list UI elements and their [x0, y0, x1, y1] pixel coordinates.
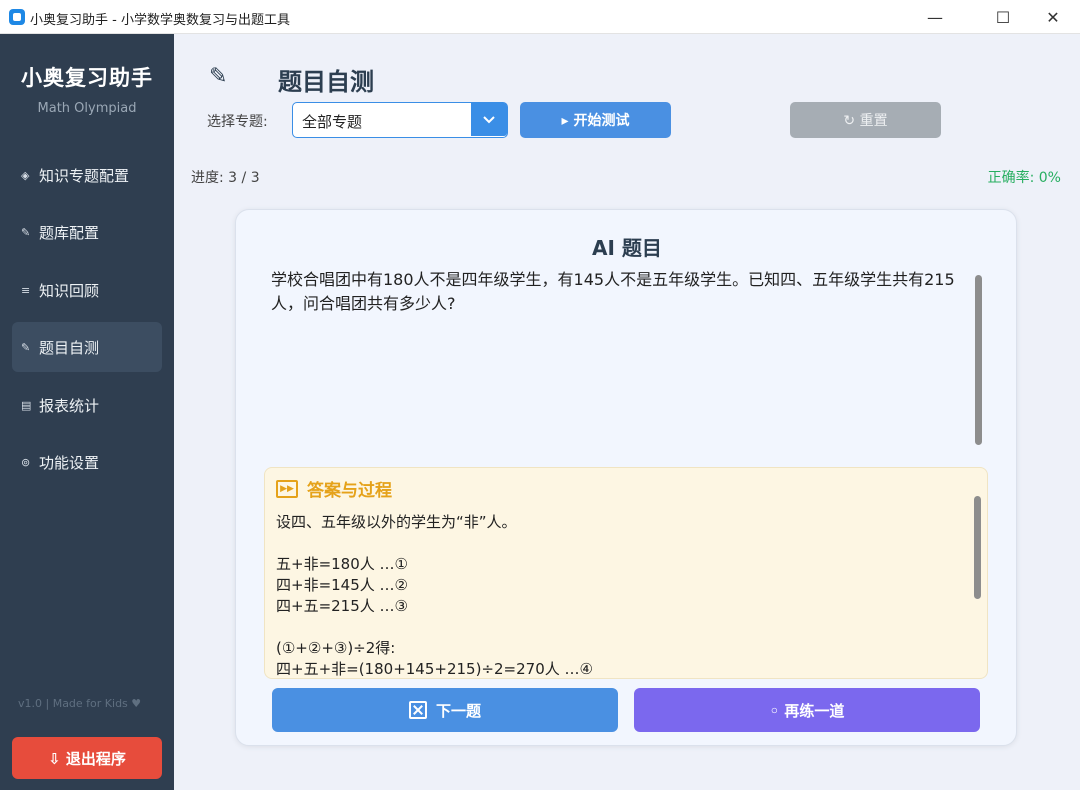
main-panel: ✎ 题目自测 选择专题: 全部专题 ▸ 开始测试 ↻ 重置 进度: 3 / 3 …	[174, 34, 1080, 790]
version-label: v1.0 | Made for Kids ♥	[18, 697, 142, 710]
sidebar-item-label: 报表统计	[39, 396, 100, 415]
sidebar-item-reports[interactable]: ▤ 报表统计	[12, 380, 162, 430]
minimize-button[interactable]: —	[912, 0, 958, 34]
question-text: 学校合唱团中有180人不是四年级学生，有145人不是五年级学生。已知四、五年级学…	[271, 270, 955, 313]
next-question-label: 下一题	[435, 701, 481, 720]
sidebar-item-label: 题库配置	[39, 223, 100, 242]
title-bar: 小奥复习助手 - 小学数学奥数复习与出题工具 — ☐ ✕	[0, 0, 1080, 34]
close-button[interactable]: ✕	[1030, 0, 1076, 34]
answer-scrollbar[interactable]	[974, 496, 981, 599]
forward-icon: ▶▶	[276, 479, 298, 498]
sidebar-item-label: 知识专题配置	[39, 166, 130, 185]
answer-title: 答案与过程	[307, 481, 392, 501]
pencil-icon: ✎	[209, 64, 228, 89]
report-icon: ▤	[21, 398, 32, 412]
sidebar-item-review[interactable]: ≡ 知识回顾	[12, 265, 162, 315]
maximize-button[interactable]: ☐	[980, 0, 1026, 34]
window-title: 小奥复习助手 - 小学数学奥数复习与出题工具	[30, 13, 290, 28]
list-icon: ≡	[21, 283, 31, 297]
start-test-button[interactable]: ▸ 开始测试	[520, 102, 671, 138]
sidebar-item-bank-config[interactable]: ✎ 题库配置	[12, 207, 162, 257]
accuracy-text: 正确率: 0%	[987, 170, 1061, 186]
topic-label: 选择专题:	[207, 114, 268, 130]
sidebar-item-settings[interactable]: ⊚ 功能设置	[12, 437, 162, 487]
page-title: 题目自测	[278, 68, 374, 96]
reset-button[interactable]: ↻ 重置	[790, 102, 941, 138]
diamond-icon: ◈	[21, 168, 30, 182]
answer-header: ▶▶ 答案与过程	[276, 476, 392, 501]
sidebar-item-label: 题目自测	[39, 338, 100, 357]
chevron-down-icon[interactable]	[471, 103, 507, 136]
pencil-icon: ✎	[21, 340, 31, 354]
exit-button[interactable]: ⇩ 退出程序	[12, 737, 162, 779]
card-title: AI 题目	[592, 236, 662, 260]
sidebar-item-label: 功能设置	[39, 453, 100, 472]
next-question-button[interactable]: 下一题	[272, 688, 618, 732]
practice-again-button[interactable]: ◦ 再练一道	[634, 688, 980, 732]
shuffle-icon	[408, 701, 427, 719]
app-icon	[9, 9, 25, 25]
brand-subtitle: Math Olympiad	[37, 101, 137, 116]
sidebar-item-label: 知识回顾	[39, 281, 100, 300]
sidebar-item-topic-config[interactable]: ◈ 知识专题配置	[12, 150, 162, 200]
question-scrollbar[interactable]	[975, 275, 982, 445]
brand-title: 小奥复习助手	[21, 66, 153, 90]
answer-panel: ▶▶ 答案与过程 设四、五年级以外的学生为“非”人。 五+非=180人 …① 四…	[264, 467, 988, 679]
sidebar: 小奥复习助手 Math Olympiad ◈ 知识专题配置 ✎ 题库配置 ≡ 知…	[0, 34, 174, 790]
topic-select-value: 全部专题	[302, 113, 363, 131]
pencil-icon: ✎	[21, 225, 31, 239]
topic-select[interactable]: 全部专题	[292, 102, 508, 138]
answer-body: 设四、五年级以外的学生为“非”人。 五+非=180人 …① 四+非=145人 ……	[276, 513, 593, 678]
sidebar-item-self-test[interactable]: ✎ 题目自测	[12, 322, 162, 372]
progress-text: 进度: 3 / 3	[191, 170, 260, 186]
question-card: AI 题目 学校合唱团中有180人不是四年级学生，有145人不是五年级学生。已知…	[235, 209, 1017, 746]
gear-icon: ⊚	[21, 455, 31, 469]
